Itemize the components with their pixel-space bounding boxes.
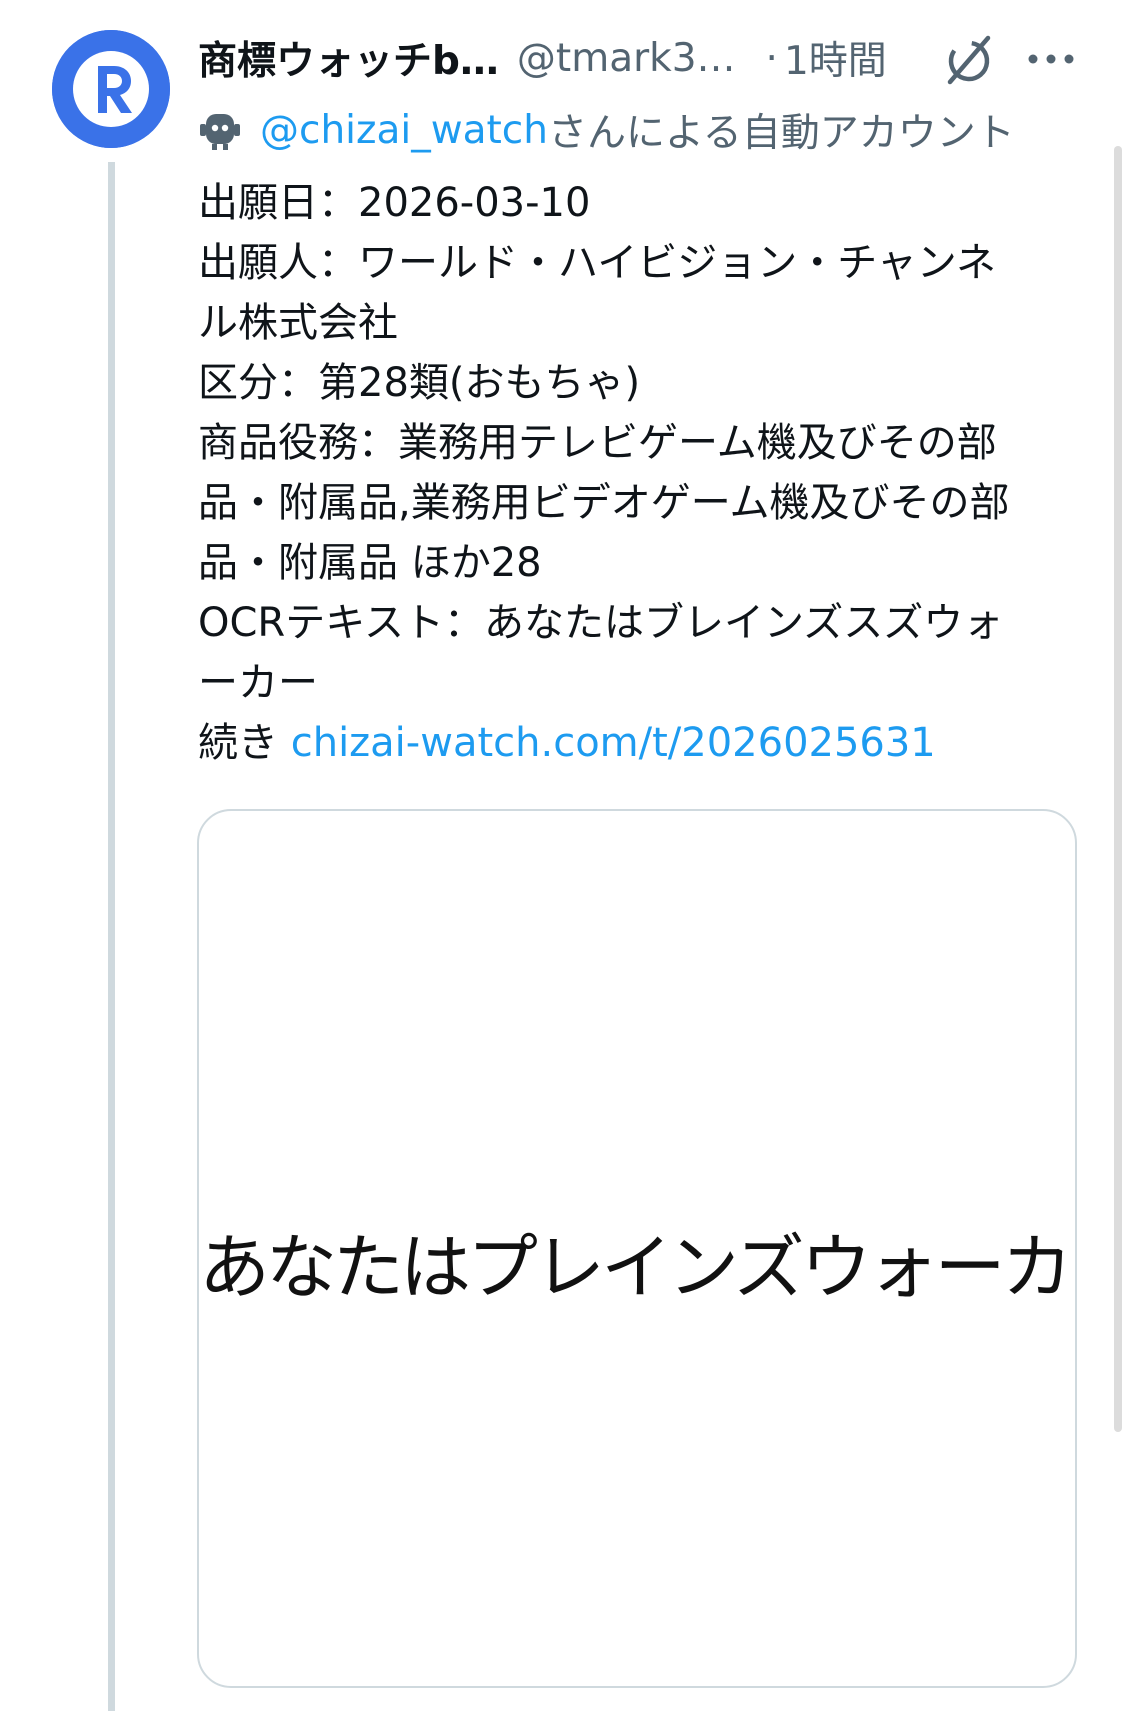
body-line: ル株式会社 [198, 300, 398, 346]
body-line: ーカー [198, 660, 318, 706]
grok-icon[interactable] [940, 30, 998, 88]
tweet-body: 出願日：2026-03-10 出願人：ワールド・ハイビジョン・チャンネ ル株式会… [198, 173, 1078, 773]
body-line: 区分：第28類(おもちゃ) [198, 360, 641, 406]
more-icon[interactable] [1024, 30, 1078, 88]
body-line: 商品役務：業務用テレビゲーム機及びその部 [198, 420, 997, 466]
timestamp[interactable]: 1時間 [784, 30, 887, 86]
avatar[interactable] [52, 30, 170, 148]
scrollbar[interactable] [1114, 146, 1122, 1432]
body-line: OCRテキスト：あなたはブレインズスズウォ [198, 600, 1004, 646]
continue-link[interactable]: chizai-watch.com/t/2026025631 [291, 720, 936, 766]
body-line: 出願人：ワールド・ハイビジョン・チャンネ [198, 240, 996, 286]
user-handle[interactable]: @tmark3… [517, 36, 736, 81]
body-line: 出願日：2026-03-10 [198, 180, 591, 226]
bot-icon [200, 114, 240, 150]
separator-dot: · [765, 35, 778, 81]
body-line: 品・附属品,業務用ビデオゲーム機及びその部 [198, 480, 1010, 526]
automated-account-label: @chizai_watch さんによる自動アカウント [198, 100, 1015, 160]
media-image[interactable]: あなたはプレインズウォーカー [197, 809, 1077, 1688]
continue-prefix: 続き [198, 720, 291, 766]
body-line: 品・附属品 ほか28 [198, 540, 542, 586]
display-name[interactable]: 商標ウォッチb… [198, 30, 499, 86]
continue-line: 続き chizai-watch.com/t/2026025631 [198, 713, 1078, 773]
registered-trademark-icon [52, 30, 170, 148]
thread-line [108, 162, 115, 1711]
automated-mention-link[interactable]: @chizai_watch [260, 108, 548, 153]
automated-suffix: さんによる自動アカウント [547, 111, 1015, 156]
trademark-image-text: あなたはプレインズウォーカー [199, 1226, 1077, 1309]
